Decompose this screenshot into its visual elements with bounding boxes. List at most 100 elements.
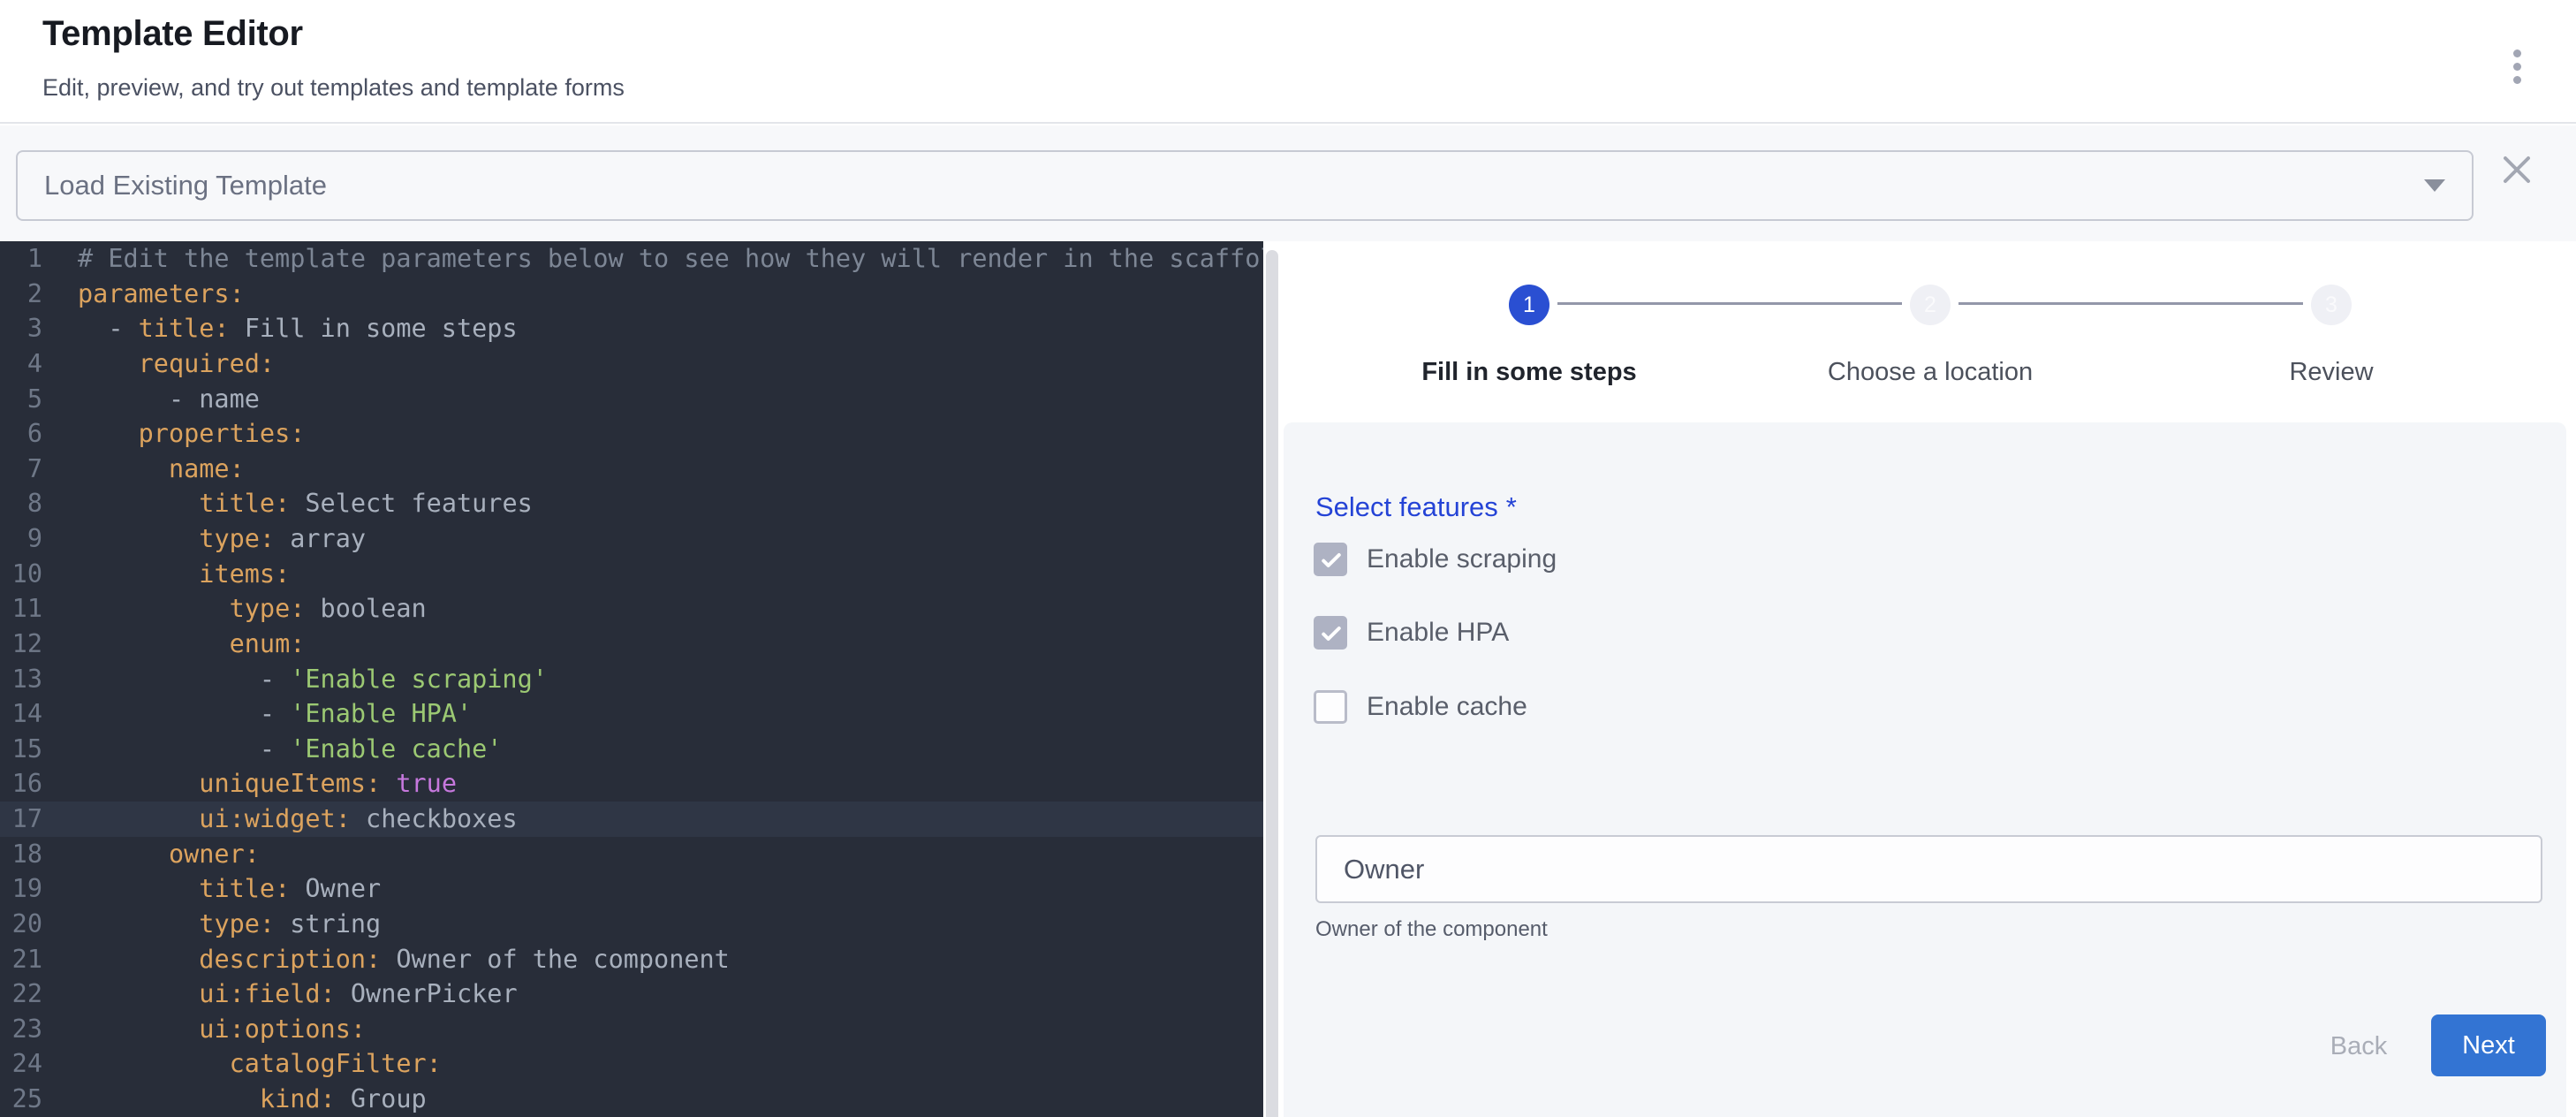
load-template-combobox[interactable]: Load Existing Template [16, 150, 2474, 221]
line-number: 11 [0, 591, 42, 627]
stepper: 1 2 3 Fill in some steps Choose a locati… [1278, 241, 2576, 422]
step-2-label: Choose a location [1754, 358, 2107, 387]
line-number: 1 [0, 241, 42, 277]
line-number: 20 [0, 907, 42, 942]
stepper-connector [1557, 302, 1902, 305]
line-code: description: Owner of the component [42, 942, 730, 977]
step-1-label: Fill in some steps [1352, 358, 1706, 387]
editor-line[interactable]: 21 description: Owner of the component [0, 942, 1263, 977]
line-number: 9 [0, 521, 42, 557]
line-number: 4 [0, 346, 42, 382]
panel-resize-handle[interactable] [1266, 250, 1278, 1117]
form-preview-panel: 1 2 3 Fill in some steps Choose a locati… [1278, 241, 2576, 1117]
chevron-down-icon[interactable] [2424, 179, 2445, 192]
checkbox-icon[interactable] [1314, 616, 1347, 650]
line-code: title: Owner [42, 871, 381, 907]
page-subtitle: Edit, preview, and try out templates and… [42, 74, 625, 102]
editor-line[interactable]: 23 ui:options: [0, 1012, 1263, 1047]
line-code: uniqueItems: true [42, 766, 457, 802]
editor-line[interactable]: 8 title: Select features [0, 486, 1263, 521]
editor-line[interactable]: 12 enum: [0, 627, 1263, 662]
line-code: properties: [42, 416, 305, 452]
checkbox-label: Enable HPA [1367, 618, 1509, 648]
editor-line[interactable]: 20 type: string [0, 907, 1263, 942]
checkbox-icon[interactable] [1314, 543, 1347, 576]
step-2-indicator[interactable]: 2 [1910, 285, 1951, 325]
editor-line[interactable]: 1# Edit the template parameters below to… [0, 241, 1263, 277]
checkbox-enable-scraping[interactable]: Enable scraping [1314, 543, 1557, 576]
line-code: type: array [42, 521, 366, 557]
owner-input[interactable] [1315, 835, 2542, 903]
editor-line[interactable]: 25 kind: Group [0, 1082, 1263, 1117]
editor-line[interactable]: 16 uniqueItems: true [0, 766, 1263, 802]
line-number: 10 [0, 557, 42, 592]
yaml-code-editor[interactable]: 1# Edit the template parameters below to… [0, 241, 1263, 1117]
checkbox-label: Enable cache [1367, 692, 1527, 722]
line-number: 8 [0, 486, 42, 521]
checkbox-icon[interactable] [1314, 690, 1347, 724]
editor-line[interactable]: 17 ui:widget: checkboxes [0, 802, 1263, 837]
editor-line[interactable]: 14 - 'Enable HPA' [0, 696, 1263, 732]
line-number: 14 [0, 696, 42, 732]
line-code: kind: Group [42, 1082, 427, 1117]
line-code: owner: [42, 837, 260, 872]
checkbox-enable-hpa[interactable]: Enable HPA [1314, 616, 1509, 650]
editor-line[interactable]: 4 required: [0, 346, 1263, 382]
line-code: - name [42, 382, 260, 417]
line-number: 21 [0, 942, 42, 977]
line-code: ui:field: OwnerPicker [42, 976, 518, 1012]
header: Template Editor Edit, preview, and try o… [0, 0, 2576, 124]
page-title: Template Editor [42, 14, 303, 54]
line-number: 25 [0, 1082, 42, 1117]
owner-helper-text: Owner of the component [1315, 917, 1548, 942]
checkbox-enable-cache[interactable]: Enable cache [1314, 690, 1527, 724]
editor-line[interactable]: 6 properties: [0, 416, 1263, 452]
stepper-connector [1959, 302, 2303, 305]
editor-line[interactable]: 22 ui:field: OwnerPicker [0, 976, 1263, 1012]
editor-line[interactable]: 11 type: boolean [0, 591, 1263, 627]
line-number: 17 [0, 802, 42, 837]
step-3-label: Review [2155, 358, 2508, 387]
line-code: - 'Enable cache' [42, 732, 502, 767]
step-3-indicator[interactable]: 3 [2311, 285, 2352, 325]
line-number: 6 [0, 416, 42, 452]
line-code: enum: [42, 627, 305, 662]
line-code: parameters: [42, 277, 245, 312]
line-code: title: Select features [42, 486, 533, 521]
close-icon[interactable] [2493, 146, 2541, 194]
editor-line[interactable]: 3 - title: Fill in some steps [0, 311, 1263, 346]
editor-line[interactable]: 13 - 'Enable scraping' [0, 662, 1263, 697]
editor-line[interactable]: 9 type: array [0, 521, 1263, 557]
line-number: 3 [0, 311, 42, 346]
line-number: 18 [0, 837, 42, 872]
line-code: catalogFilter: [42, 1046, 442, 1082]
line-code: - 'Enable scraping' [42, 662, 548, 697]
editor-line[interactable]: 15 - 'Enable cache' [0, 732, 1263, 767]
next-button[interactable]: Next [2431, 1014, 2546, 1076]
line-number: 2 [0, 277, 42, 312]
editor-line[interactable]: 10 items: [0, 557, 1263, 592]
editor-line[interactable]: 5 - name [0, 382, 1263, 417]
line-code: - title: Fill in some steps [42, 311, 518, 346]
editor-line[interactable]: 18 owner: [0, 837, 1263, 872]
required-asterisk: * [1506, 491, 1517, 522]
line-number: 13 [0, 662, 42, 697]
toolbar: Load Existing Template [0, 125, 2576, 241]
line-code: items: [42, 557, 290, 592]
kebab-menu-icon[interactable] [2496, 37, 2537, 95]
editor-line[interactable]: 2parameters: [0, 277, 1263, 312]
line-number: 22 [0, 976, 42, 1012]
editor-line[interactable]: 7 name: [0, 452, 1263, 487]
legend-text: Select features [1315, 491, 1498, 522]
line-code: - 'Enable HPA' [42, 696, 472, 732]
checkbox-label: Enable scraping [1367, 544, 1557, 574]
editor-line[interactable]: 24 catalogFilter: [0, 1046, 1263, 1082]
back-button[interactable]: Back [2288, 1018, 2429, 1075]
form-card: Select features * Enable scraping Enable … [1284, 422, 2566, 1117]
line-code: # Edit the template parameters below to … [42, 241, 1263, 277]
line-code: name: [42, 452, 245, 487]
line-code: ui:options: [42, 1012, 366, 1047]
step-1-indicator[interactable]: 1 [1509, 285, 1549, 325]
editor-line[interactable]: 19 title: Owner [0, 871, 1263, 907]
line-code: type: string [42, 907, 381, 942]
